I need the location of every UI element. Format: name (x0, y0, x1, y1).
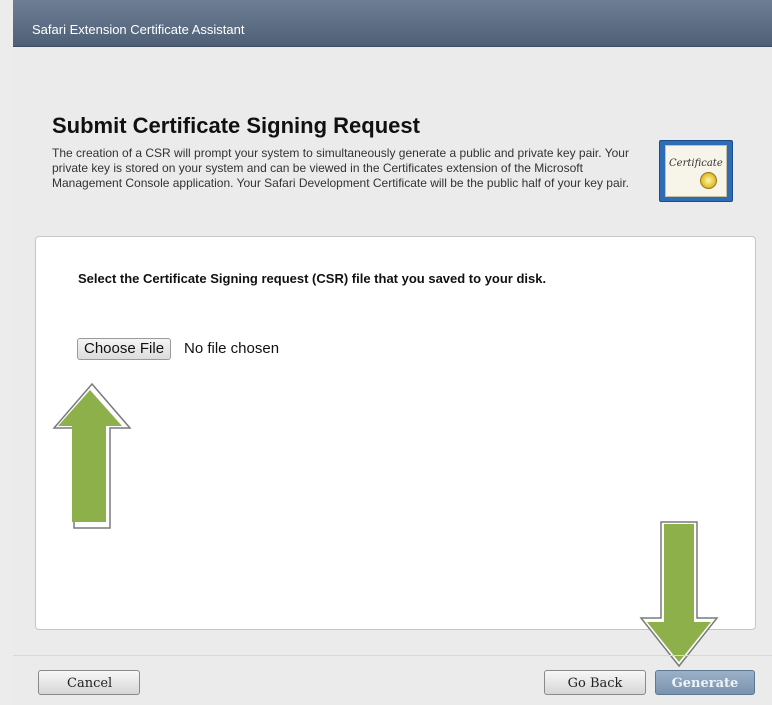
window-titlebar: Safari Extension Certificate Assistant (13, 0, 772, 47)
down-arrow-icon (639, 521, 719, 668)
generate-button[interactable]: Generate (655, 670, 755, 695)
page-title: Submit Certificate Signing Request (52, 113, 420, 138)
instruction-text: Select the Certificate Signing request (… (78, 271, 547, 286)
certificate-icon: Certificate (659, 140, 733, 202)
certificate-paper: Certificate (665, 145, 727, 197)
go-back-button[interactable]: Go Back (544, 670, 646, 695)
up-arrow-icon (52, 382, 132, 529)
page-description: The creation of a CSR will prompt your s… (52, 146, 629, 190)
file-status-label: No file chosen (184, 340, 280, 357)
footer-divider (13, 655, 772, 656)
choose-file-button[interactable]: Choose File (77, 338, 172, 360)
window-title: Safari Extension Certificate Assistant (32, 22, 245, 37)
certificate-seal-icon (700, 172, 717, 189)
certificate-icon-text: Certificate (669, 158, 723, 169)
cancel-button[interactable]: Cancel (38, 670, 140, 695)
